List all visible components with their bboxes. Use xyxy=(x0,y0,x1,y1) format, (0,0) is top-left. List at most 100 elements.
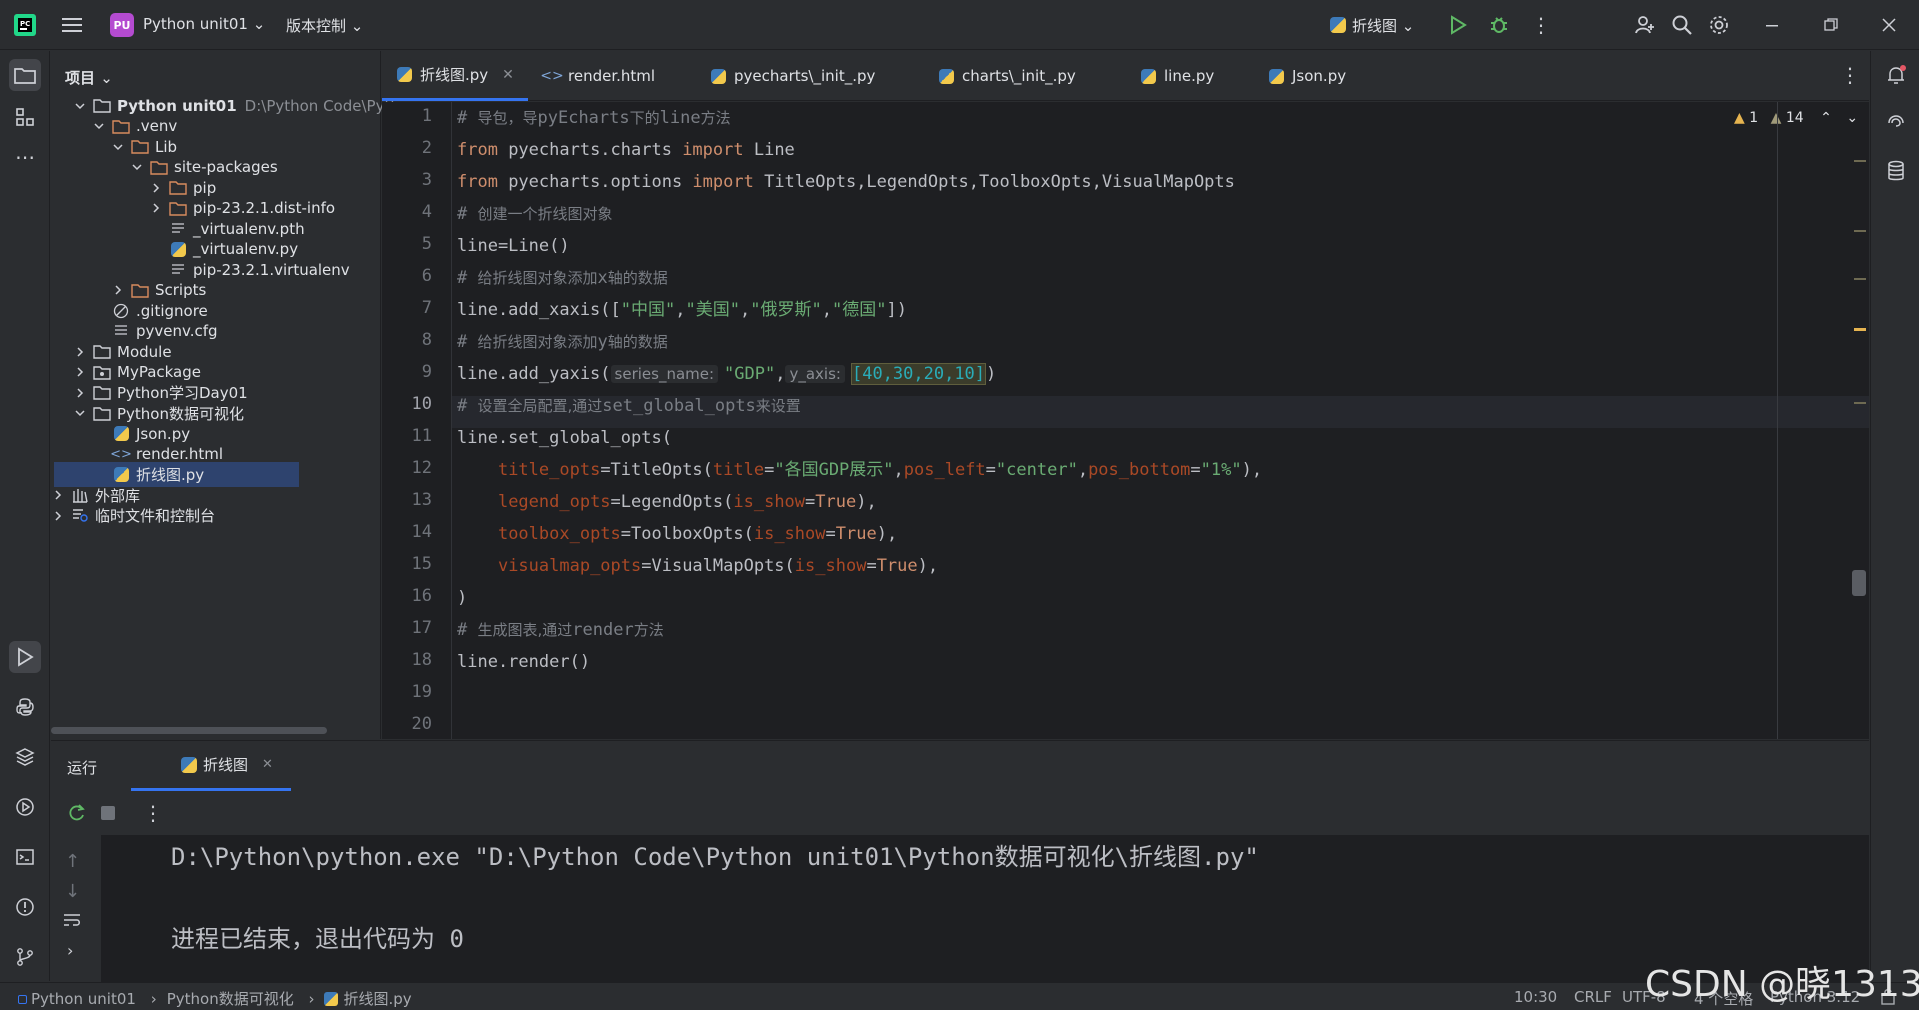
tab-render-html[interactable]: <> render.html xyxy=(540,51,655,101)
python-console-icon[interactable] xyxy=(9,691,41,723)
chevron-right-icon[interactable] xyxy=(73,345,87,359)
code-line-1: # 导包，导pyEcharts下的line方法 xyxy=(457,108,731,128)
line-number: 20 xyxy=(411,714,432,734)
caret-position[interactable]: 10:30 xyxy=(1514,988,1557,1006)
main-menu-icon[interactable] xyxy=(60,12,86,38)
tree-item-label: .gitignore xyxy=(136,301,208,320)
python-file-icon xyxy=(710,68,726,84)
chevron-down-icon[interactable] xyxy=(111,140,125,154)
horizontal-scrollbar[interactable] xyxy=(51,727,327,734)
vertical-scrollbar-thumb[interactable] xyxy=(1852,570,1866,596)
tab-pyecharts-init[interactable]: pyecharts\_init_.py xyxy=(710,51,875,101)
run-tool-icon[interactable] xyxy=(9,641,41,673)
chevron-right-icon[interactable]: › xyxy=(67,941,73,960)
line-number: 8 xyxy=(421,330,432,350)
inspection-widget[interactable]: ▲ 1 ▲ 14 ⌃ ⌄ xyxy=(1734,110,1858,126)
chevron-right-icon[interactable] xyxy=(73,365,87,379)
run-panel: 运行 折线图 ✕ ⋮ ↑ ↓ › D:\Python\python.exe "D:… xyxy=(51,740,1869,982)
line-number: 5 xyxy=(421,234,432,254)
restore-icon[interactable] xyxy=(1818,12,1844,38)
rerun-icon[interactable] xyxy=(67,803,87,823)
search-icon[interactable] xyxy=(1669,12,1695,38)
close-tab-icon[interactable]: ✕ xyxy=(502,67,514,83)
line-number: 13 xyxy=(411,490,432,510)
project-panel-header[interactable]: 项目 ⌄ xyxy=(65,67,113,88)
database-icon[interactable] xyxy=(1880,155,1912,187)
structure-icon[interactable] xyxy=(9,101,41,133)
folder-icon xyxy=(131,281,149,299)
python-packages-icon[interactable] xyxy=(9,741,41,773)
run-icon[interactable] xyxy=(1445,12,1471,38)
breadcrumb-folder[interactable]: Python数据可视化 xyxy=(167,990,294,1008)
python-file-icon xyxy=(1140,68,1156,84)
svg-text:PC: PC xyxy=(20,20,30,28)
warning-icon: ▲ xyxy=(1734,110,1745,126)
vcs-dropdown[interactable]: 版本控制 ⌄ xyxy=(286,15,363,36)
tab-line-py[interactable]: line.py xyxy=(1140,51,1214,101)
run-tab[interactable]: 折线图 ✕ xyxy=(131,741,291,791)
weak-warning-count: 14 xyxy=(1785,110,1804,126)
tree-item[interactable]: 临时文件和控制台 xyxy=(51,503,215,528)
scroll-down-icon[interactable]: ↓ xyxy=(65,881,80,902)
chevron-right-icon[interactable] xyxy=(51,509,65,523)
status-bar: Python unit01 › Python数据可视化 › 折线图.py 10:30… xyxy=(0,982,1919,1010)
tree-item-label: Lib xyxy=(155,137,178,156)
more-actions-icon[interactable]: ⋮ xyxy=(143,801,163,825)
tree-item-label: site-packages xyxy=(174,158,278,176)
git-icon[interactable] xyxy=(9,941,41,973)
stop-icon[interactable] xyxy=(101,806,115,820)
close-tab-icon[interactable]: ✕ xyxy=(262,757,273,772)
run-config-dropdown[interactable]: 折线图 ⌄ xyxy=(1330,15,1414,36)
error-stripe[interactable] xyxy=(1852,102,1869,739)
pycharm-logo-icon: PC xyxy=(12,12,38,38)
chevron-right-icon[interactable] xyxy=(51,488,65,502)
tree-item-label: .venv xyxy=(136,117,178,135)
chevron-up-icon[interactable]: ⌃ xyxy=(1820,110,1832,126)
tab-label: line.py xyxy=(1164,67,1215,85)
breadcrumb-project[interactable]: Python unit01 xyxy=(31,990,136,1008)
settings-gear-icon[interactable] xyxy=(1706,12,1732,38)
tab-zhexiantu-py[interactable]: 折线图.py ✕ xyxy=(382,51,528,101)
more-tools-icon[interactable]: ⋯ xyxy=(9,141,41,173)
add-user-icon[interactable] xyxy=(1632,12,1658,38)
project-folder-icon[interactable] xyxy=(9,59,41,91)
console-output[interactable]: D:\Python\python.exe "D:\Python Code\Pyt… xyxy=(101,835,1869,982)
project-badge[interactable]: PU xyxy=(110,13,134,37)
chevron-down-icon: ⌄ xyxy=(350,17,364,35)
line-number: 17 xyxy=(411,618,432,638)
scroll-up-icon[interactable]: ↑ xyxy=(65,851,80,872)
code-editor[interactable]: 1 2 3 4 5 6 7 8 9 10 11 12 13 14 15 16 17 18 19 20 # 导包，导py… xyxy=(382,102,1869,739)
console-line-exit: 进程已结束，退出代码为 0 xyxy=(171,925,464,953)
more-actions-icon[interactable]: ⋮ xyxy=(1528,12,1554,38)
tree-item-label: Json.py xyxy=(136,424,191,443)
chevron-right-icon[interactable] xyxy=(73,386,87,400)
chevron-down-icon: ⌄ xyxy=(1401,17,1415,35)
services-icon[interactable] xyxy=(9,791,41,823)
minimize-icon[interactable] xyxy=(1760,12,1786,38)
debug-icon[interactable] xyxy=(1486,12,1512,38)
chevron-down-icon[interactable] xyxy=(92,119,106,133)
chevron-right-icon[interactable] xyxy=(149,181,163,195)
notifications-bell-icon[interactable] xyxy=(1880,59,1912,91)
library-icon xyxy=(71,486,89,504)
chevron-right-icon[interactable] xyxy=(149,201,163,215)
tab-json-py[interactable]: Json.py xyxy=(1268,51,1346,101)
ai-assistant-icon[interactable] xyxy=(1880,107,1912,139)
tree-item-label: pip-23.2.1.virtualenv xyxy=(193,260,350,279)
code-line-3: from pyecharts.options import TitleOpts,… xyxy=(457,172,1235,192)
problems-icon[interactable] xyxy=(9,891,41,923)
terminal-icon[interactable] xyxy=(9,841,41,873)
chevron-down-icon[interactable] xyxy=(130,160,144,174)
tree-item-label: 折线图.py xyxy=(136,466,205,484)
chevron-down-icon[interactable] xyxy=(73,99,87,113)
tab-options-icon[interactable]: ⋮ xyxy=(1840,63,1860,87)
chevron-right-icon[interactable] xyxy=(111,283,125,297)
chevron-down-icon[interactable] xyxy=(73,406,87,420)
module-icon xyxy=(18,995,27,1004)
project-name-dropdown[interactable]: Python unit01 ⌄ xyxy=(143,15,265,33)
tab-charts-init[interactable]: charts\_init_.py xyxy=(938,51,1076,101)
close-window-icon[interactable] xyxy=(1876,12,1902,38)
line-separator[interactable]: CRLF xyxy=(1574,988,1612,1006)
breadcrumb-file[interactable]: 折线图.py xyxy=(343,990,411,1008)
soft-wrap-icon[interactable] xyxy=(63,913,81,929)
